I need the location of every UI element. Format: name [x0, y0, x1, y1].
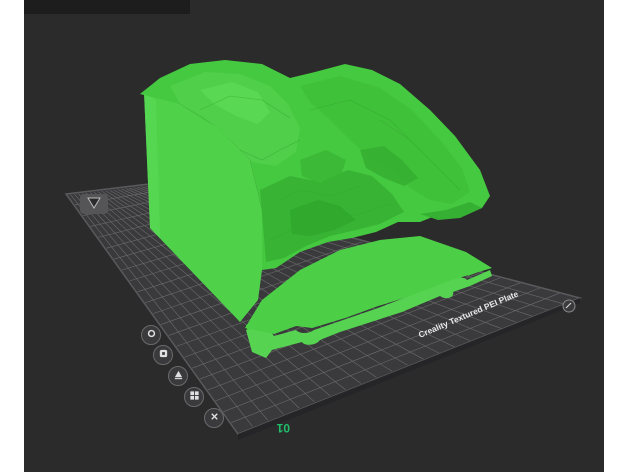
scene-canvas: Creality Textured PEI Plate 01 — [64, 60, 583, 440]
filament-button[interactable] — [153, 345, 173, 365]
arrange-button[interactable] — [184, 387, 204, 407]
remove-button[interactable] — [204, 408, 224, 428]
settings-button[interactable] — [141, 325, 161, 345]
auto-orient-icon — [173, 367, 184, 385]
arrange-icon — [189, 388, 200, 406]
plate-settings-icon[interactable] — [562, 299, 576, 313]
settings-icon — [146, 326, 157, 344]
close-icon — [209, 409, 220, 427]
plate-logo — [80, 194, 108, 214]
filament-icon — [158, 346, 169, 364]
auto-orient-button[interactable] — [168, 366, 188, 386]
plate-number: 01 — [276, 421, 290, 435]
